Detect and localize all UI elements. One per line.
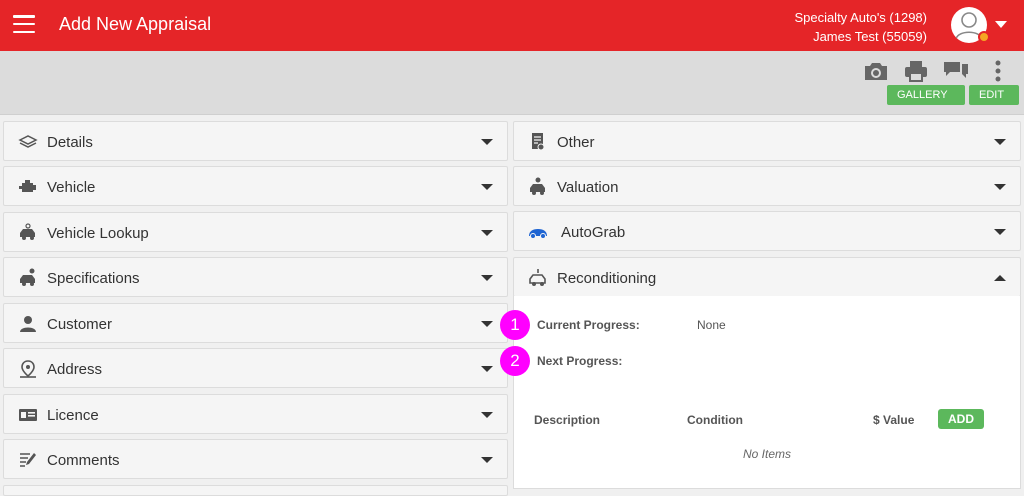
panel-label: Details	[47, 134, 93, 151]
id-card-icon	[19, 409, 37, 421]
car-search-icon	[20, 223, 35, 240]
stack-icon	[18, 135, 38, 148]
account-info[interactable]: Specialty Auto's (1298) James Test (5505…	[794, 8, 927, 46]
chevron-down-icon	[994, 229, 1006, 235]
panel-label: Licence	[47, 407, 99, 424]
action-toolbar	[0, 51, 1024, 115]
autograb-logo-icon	[529, 229, 547, 239]
empty-state: No Items	[742, 447, 791, 461]
add-item-button[interactable]: ADD	[938, 409, 984, 429]
panel-other[interactable]: Other	[513, 121, 1021, 161]
gallery-button[interactable]: GALLERY	[887, 85, 965, 105]
chevron-down-icon	[481, 139, 493, 145]
more-vertical-icon[interactable]	[988, 59, 1008, 83]
engine-icon	[19, 180, 36, 192]
panel-licence[interactable]: Licence	[3, 394, 508, 434]
panel-details[interactable]: Details	[3, 121, 508, 161]
panel-label: AutoGrab	[561, 224, 626, 241]
chevron-down-icon	[481, 184, 493, 190]
panel-vehicle[interactable]: Vehicle	[3, 166, 508, 206]
panel-label: Valuation	[557, 179, 619, 196]
reconditioning-content: Current Progress: None Next Progress: De…	[513, 296, 1021, 489]
car-dollar-icon	[530, 177, 545, 195]
column-header-condition: Condition	[687, 413, 743, 427]
menu-icon[interactable]	[13, 15, 35, 33]
panel-label: Specifications	[47, 270, 140, 287]
notes-icon	[20, 453, 36, 467]
person-icon	[20, 316, 36, 332]
next-progress-label: Next Progress:	[537, 354, 623, 368]
chevron-down-icon	[481, 230, 493, 236]
panel-customer[interactable]: Customer	[3, 303, 508, 343]
panel-label: Comments	[47, 452, 120, 469]
current-progress-label: Current Progress:	[537, 318, 640, 332]
panel-label: Vehicle	[47, 179, 96, 196]
car-wrench-icon	[529, 269, 546, 286]
panel-vehicle-lookup[interactable]: Vehicle Lookup	[3, 212, 508, 252]
column-header-value: $ Value	[873, 413, 915, 427]
chevron-down-icon	[481, 275, 493, 281]
panel-label: Customer	[47, 316, 113, 333]
print-icon[interactable]	[902, 59, 930, 83]
chevron-down-icon	[994, 184, 1006, 190]
chevron-down-icon	[481, 457, 493, 463]
page-title: Add New Appraisal	[59, 14, 212, 34]
camera-icon[interactable]	[862, 59, 890, 83]
current-progress-value: None	[697, 318, 726, 332]
chevron-up-icon	[994, 275, 1006, 281]
edit-button[interactable]: EDIT	[969, 85, 1019, 105]
chevron-down-icon[interactable]	[995, 21, 1007, 28]
dealer-name: Specialty Auto's (1298)	[794, 10, 927, 25]
panel-specifications[interactable]: Specifications	[3, 257, 508, 297]
panel-label: Address	[47, 361, 103, 378]
panel-valuation[interactable]: Valuation	[513, 166, 1021, 206]
panel-address[interactable]: Address	[3, 348, 508, 388]
panel-label: Vehicle Lookup	[47, 225, 149, 242]
chevron-down-icon	[481, 412, 493, 418]
chat-icon[interactable]	[942, 59, 970, 83]
panel-comments[interactable]: Comments	[3, 439, 508, 479]
annotation-badge-1: 1	[500, 310, 530, 340]
panel-partial[interactable]	[3, 485, 508, 496]
chevron-down-icon	[481, 366, 493, 372]
chevron-down-icon	[994, 139, 1006, 145]
column-header-description: Description	[534, 413, 601, 427]
document-icon	[532, 133, 545, 151]
car-settings-icon	[20, 268, 35, 286]
panel-label: Other	[557, 134, 595, 151]
user-name: James Test (55059)	[813, 29, 927, 44]
chevron-down-icon	[481, 321, 493, 327]
panel-label: Reconditioning	[557, 270, 657, 287]
location-pin-icon	[20, 360, 36, 378]
annotation-badge-2: 2	[500, 346, 530, 376]
panel-reconditioning[interactable]: Reconditioning	[513, 257, 1021, 297]
status-dot	[978, 31, 990, 43]
app-header: Add New Appraisal Specialty Auto's (1298…	[0, 0, 1024, 51]
panel-autograb[interactable]: AutoGrab	[513, 211, 1021, 251]
